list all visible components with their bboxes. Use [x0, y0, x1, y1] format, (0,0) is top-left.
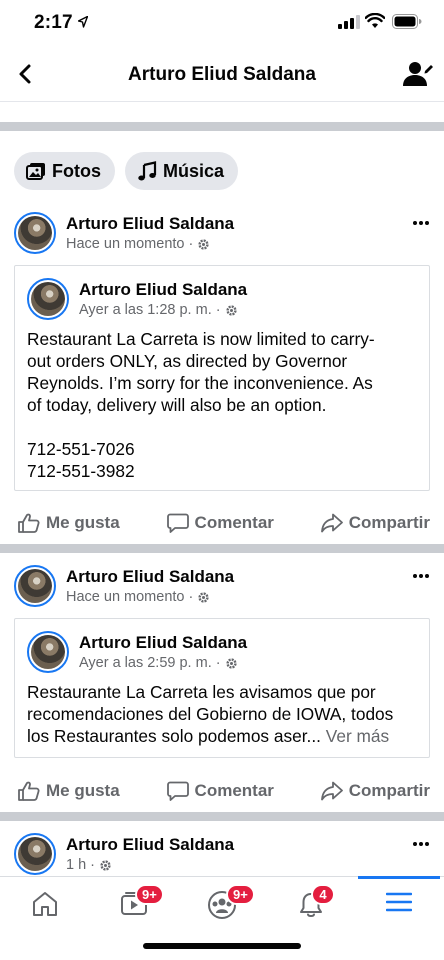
tab-home[interactable] [15, 881, 75, 929]
thumbs-up-icon [18, 781, 40, 801]
phone-number[interactable]: 712-551-7026 [27, 438, 417, 460]
post-divider [0, 812, 444, 821]
status-time: 2:17 [34, 12, 73, 33]
home-indicator [143, 943, 301, 949]
like-label: Me gusta [46, 781, 120, 800]
phone-number[interactable]: 712-551-3982 [27, 460, 417, 482]
groups-badge: 9+ [226, 884, 255, 905]
text-line: out orders ONLY, as directed by Governor [27, 351, 348, 371]
post-actions: Me gusta Comentar Compartir [0, 503, 444, 543]
comment-icon [166, 513, 189, 533]
post-author[interactable]: Arturo Eliud Saldana [66, 214, 234, 234]
battery-icon [392, 14, 422, 29]
see-more-link[interactable]: Ver más [326, 726, 389, 746]
page-title: Arturo Eliud Saldana [128, 64, 316, 85]
shared-author[interactable]: Arturo Eliud Saldana [79, 280, 247, 300]
shared-post[interactable]: Arturo Eliud Saldana Ayer a las 1:28 p. … [14, 265, 430, 491]
post-meta: 1 h · [66, 857, 112, 873]
shared-post-text: Restaurante La Carreta les avisamos que … [27, 681, 417, 747]
post-actions: Me gusta Comentar Compartir [0, 771, 444, 811]
post-divider [0, 544, 444, 553]
thumbs-up-icon [18, 513, 40, 533]
comment-icon [166, 781, 189, 801]
text-line: Restaurant La Carreta is now limited to … [27, 329, 375, 349]
shared-post-text: Restaurant La Carreta is now limited to … [27, 328, 417, 482]
tab-watch[interactable]: 9+ [104, 881, 164, 929]
active-tab-indicator [358, 876, 440, 879]
share-icon [320, 513, 343, 533]
gear-icon [225, 657, 237, 669]
avatar[interactable] [14, 833, 56, 875]
post-time: Hace un momento [66, 236, 185, 252]
gear-icon [100, 859, 111, 871]
share-icon [320, 781, 343, 801]
text-line-truncated: los Restaurantes solo podemos aser... [27, 726, 321, 746]
wifi-icon [365, 13, 385, 28]
feed-post: Arturo Eliud Saldana Hace un momento · A… [0, 559, 444, 813]
share-button[interactable]: Compartir [320, 503, 430, 543]
gear-icon [198, 591, 209, 603]
section-divider [0, 122, 444, 131]
comment-label: Comentar [194, 513, 274, 532]
post-meta: Hace un momento · [66, 236, 210, 252]
text-line: Restaurante La Carreta les avisamos que … [27, 682, 376, 702]
menu-icon [386, 892, 412, 912]
gear-icon [198, 238, 209, 250]
more-options-icon[interactable] [412, 841, 430, 847]
status-bar: 2:17 [0, 0, 444, 48]
text-line: of today, delivery will also be an optio… [27, 395, 327, 415]
media-chips: Fotos Música [14, 152, 239, 190]
shared-time: Ayer a las 1:28 p. m. [79, 302, 212, 318]
avatar[interactable] [14, 212, 56, 254]
post-meta: Hace un momento · [66, 589, 210, 605]
avatar[interactable] [14, 565, 56, 607]
share-button[interactable]: Compartir [320, 771, 430, 811]
post-author[interactable]: Arturo Eliud Saldana [66, 835, 234, 855]
location-arrow-icon [78, 16, 88, 28]
share-label: Compartir [348, 513, 430, 532]
shared-meta: Ayer a las 1:28 p. m. · [79, 302, 238, 318]
post-time: Hace un momento [66, 589, 185, 605]
tab-menu[interactable] [369, 881, 429, 929]
comment-button[interactable]: Comentar [166, 503, 274, 543]
watch-badge: 9+ [135, 884, 164, 905]
comment-button[interactable]: Comentar [166, 771, 274, 811]
share-label: Compartir [348, 781, 430, 800]
feed-post: Arturo Eliud Saldana 1 h · [0, 827, 444, 877]
music-chip-label: Música [163, 160, 225, 181]
like-label: Me gusta [46, 513, 120, 532]
text-line: recomendaciones del Gobierno de IOWA, to… [27, 704, 394, 724]
like-button[interactable]: Me gusta [18, 503, 120, 543]
more-options-icon[interactable] [412, 573, 430, 579]
music-icon [138, 161, 157, 181]
music-chip[interactable]: Música [125, 152, 239, 190]
photos-chip[interactable]: Fotos [14, 152, 115, 190]
shared-meta: Ayer a las 2:59 p. m. · [79, 655, 238, 671]
like-button[interactable]: Me gusta [18, 771, 120, 811]
shared-avatar[interactable] [27, 631, 69, 673]
tab-notifications[interactable]: 4 [281, 881, 341, 929]
post-author[interactable]: Arturo Eliud Saldana [66, 567, 234, 587]
feed-post: Arturo Eliud Saldana Hace un momento · A… [0, 206, 444, 544]
post-time: 1 h [66, 857, 87, 873]
shared-avatar[interactable] [27, 278, 69, 320]
home-icon [33, 892, 57, 916]
cellular-signal-icon [338, 15, 360, 29]
notifications-badge: 4 [311, 884, 335, 905]
photos-chip-label: Fotos [52, 160, 101, 181]
text-line: los Restaurantes solo podemos aser... Ve… [27, 725, 417, 747]
tab-groups[interactable]: 9+ [192, 881, 255, 929]
gear-icon [225, 304, 237, 316]
shared-time: Ayer a las 2:59 p. m. [79, 655, 212, 671]
text-line: Reynolds. I’m sorry for the inconvenienc… [27, 373, 373, 393]
navigation-bar: Arturo Eliud Saldana [0, 48, 444, 102]
shared-author[interactable]: Arturo Eliud Saldana [79, 633, 247, 653]
photos-icon [26, 163, 45, 180]
more-options-icon[interactable] [412, 220, 430, 226]
profile-edit-icon[interactable] [402, 58, 434, 90]
shared-post[interactable]: Arturo Eliud Saldana Ayer a las 2:59 p. … [14, 618, 430, 758]
text-line [27, 416, 417, 438]
comment-label: Comentar [194, 781, 274, 800]
